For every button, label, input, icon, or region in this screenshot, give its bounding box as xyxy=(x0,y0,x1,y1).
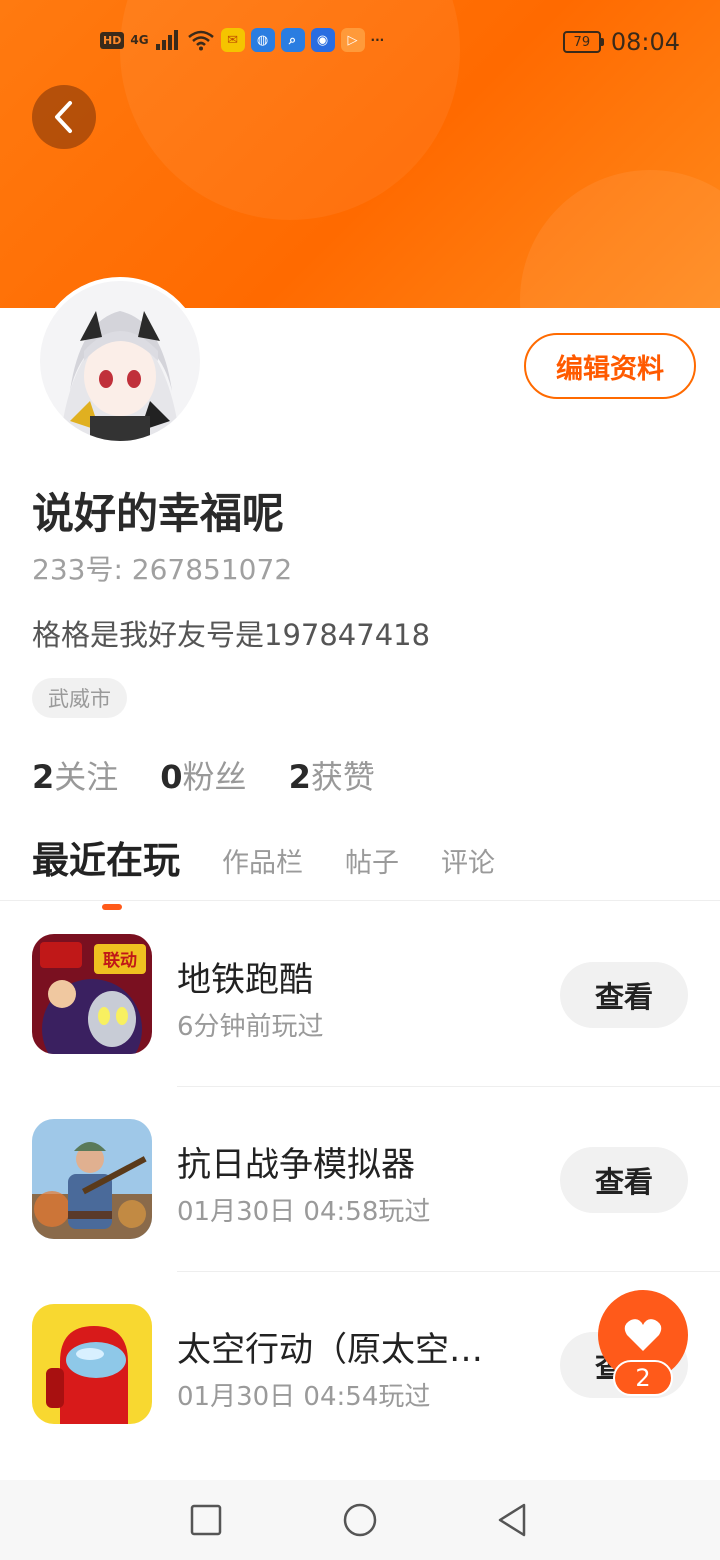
divider xyxy=(0,900,720,901)
tab-works[interactable]: 作品栏 xyxy=(222,841,303,888)
status-bar: HD 4G ✉ ◍ ⌕ ◉ ▷ ··· 79 08:04 xyxy=(0,0,720,84)
mail-notification-icon: ✉ xyxy=(220,28,245,52)
tab-posts[interactable]: 帖子 xyxy=(345,841,399,888)
like-count-badge: 2 xyxy=(613,1360,673,1396)
network-type: 4G xyxy=(130,33,149,47)
avatar-image xyxy=(40,281,200,441)
follow-stat[interactable]: 2关注 xyxy=(32,752,118,798)
game-title: 抗日战争模拟器 xyxy=(177,1145,415,1185)
view-button[interactable]: 查看 xyxy=(560,962,688,1028)
game-icon-war-simulator xyxy=(32,1119,152,1239)
back-nav-button[interactable] xyxy=(490,1498,534,1542)
likes-label: 获赞 xyxy=(310,758,375,796)
profile-name: 说好的幸福呢 xyxy=(32,489,285,538)
home-button[interactable] xyxy=(338,1498,382,1542)
list-item[interactable]: 联动 地铁跑酷 6分钟前玩过 查看 xyxy=(0,934,720,1119)
wifi-icon xyxy=(187,30,214,51)
profile-bio: 格格是我好友号是197847418 xyxy=(32,618,431,652)
user-id: 233号: 267851072 xyxy=(32,548,292,588)
square-icon xyxy=(190,1504,222,1536)
browser-notification-icon: ◍ xyxy=(250,28,275,52)
user-id-label: 233号: xyxy=(32,553,123,586)
divider xyxy=(177,1086,720,1087)
list-item[interactable]: 抗日战争模拟器 01月30日 04:58玩过 查看 xyxy=(0,1119,720,1304)
triangle-back-icon xyxy=(498,1503,526,1537)
likes-count: 2 xyxy=(288,758,311,796)
hd-badge: HD xyxy=(100,31,125,49)
tab-comments[interactable]: 评论 xyxy=(441,841,495,888)
avatar[interactable] xyxy=(36,277,204,445)
tips-notification-icon: ◉ xyxy=(310,28,335,52)
header-decoration xyxy=(520,170,720,308)
signal-icon xyxy=(155,30,178,50)
view-button[interactable]: 查看 xyxy=(560,1147,688,1213)
game-played-time: 01月30日 04:54玩过 xyxy=(177,1382,431,1412)
location-tag: 武威市 xyxy=(32,678,127,718)
fans-stat[interactable]: 0粉丝 xyxy=(160,752,246,798)
heart-icon xyxy=(624,1319,662,1351)
divider xyxy=(177,1271,720,1272)
fans-count: 0 xyxy=(160,758,183,796)
profile-stats: 2关注 0粉丝 2获赞 xyxy=(32,752,375,798)
edit-profile-button[interactable]: 编辑资料 xyxy=(524,333,696,399)
game-icon-text: 联动 xyxy=(103,951,137,971)
tab-recent-played[interactable]: 最近在玩 xyxy=(32,830,180,910)
chevron-left-icon xyxy=(55,101,72,133)
game-icon-space-action xyxy=(32,1304,152,1424)
profile-tabs: 最近在玩 作品栏 帖子 评论 xyxy=(32,830,495,910)
game-played-time: 6分钟前玩过 xyxy=(177,1012,324,1042)
follow-count: 2 xyxy=(32,758,55,796)
follow-label: 关注 xyxy=(54,758,119,796)
recents-button[interactable] xyxy=(184,1498,228,1542)
game-title: 太空行动（原太空… xyxy=(177,1330,483,1370)
game-title: 地铁跑酷 xyxy=(177,960,313,1000)
game-played-time: 01月30日 04:58玩过 xyxy=(177,1197,431,1227)
battery-level: 79 xyxy=(573,34,591,50)
search-notification-icon: ⌕ xyxy=(280,28,305,52)
clock: 08:04 xyxy=(610,28,680,56)
circle-icon xyxy=(343,1503,377,1537)
video-notification-icon: ▷ xyxy=(340,28,365,52)
battery-icon: 79 xyxy=(562,31,604,53)
more-notifications-icon: ··· xyxy=(370,33,385,47)
game-icon-subway-surfers: 联动 xyxy=(32,934,152,1054)
system-navigation-bar xyxy=(0,1480,720,1560)
likes-stat[interactable]: 2获赞 xyxy=(289,752,375,798)
fans-label: 粉丝 xyxy=(182,758,247,796)
user-id-value: 267851072 xyxy=(131,553,293,586)
back-button[interactable] xyxy=(32,85,96,149)
